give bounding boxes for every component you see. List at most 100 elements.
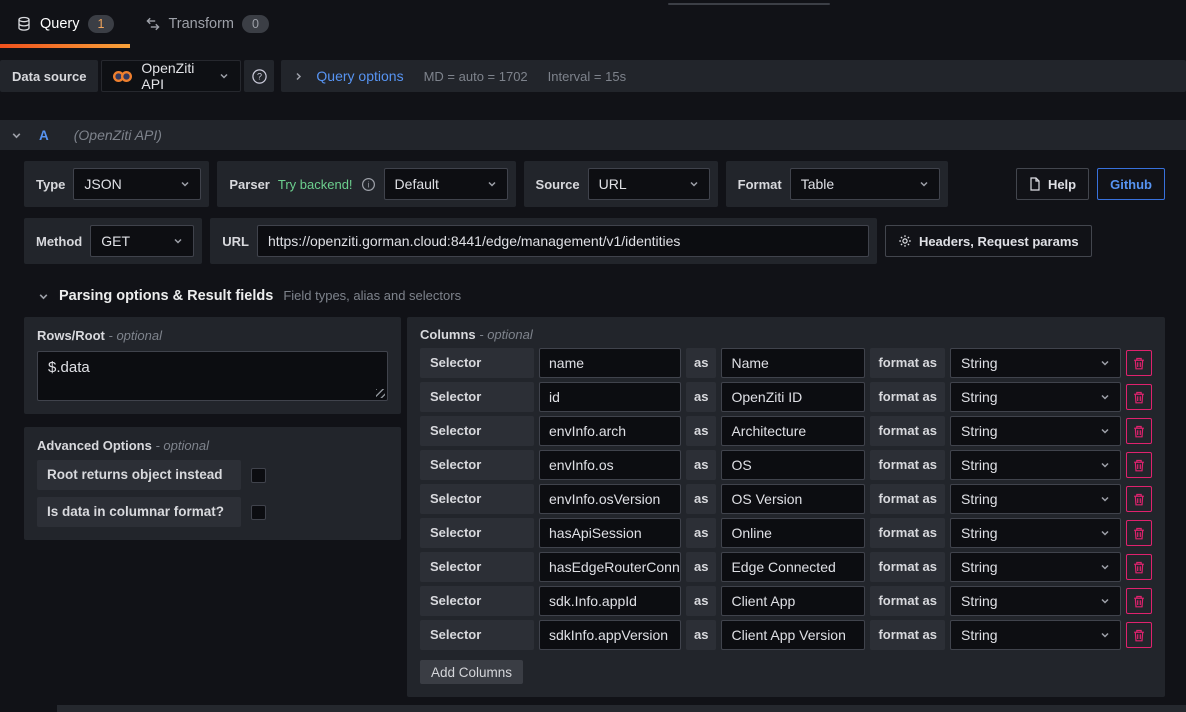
column-selector-input[interactable]: sdk.Info.appId [539,586,681,616]
parsing-options-section-toggle[interactable]: Parsing options & Result fields Field ty… [24,288,1165,304]
column-alias-input[interactable]: Edge Connected [721,552,865,582]
method-label: Method [32,234,82,249]
as-label: as [686,382,716,412]
as-label: as [686,416,716,446]
datasource-picker-value: OpenZiti API [141,60,210,92]
datasource-help-button[interactable]: ? [244,60,274,92]
column-selector-input[interactable]: envInfo.os [539,450,681,480]
column-alias-input[interactable]: Architecture [721,416,865,446]
column-format-select[interactable]: String [950,620,1121,650]
type-field: Type JSON [24,161,209,207]
column-alias-input[interactable]: OpenZiti ID [721,382,865,412]
column-selector-input[interactable]: envInfo.osVersion [539,484,681,514]
section-title: Parsing options & Result fields [59,288,273,304]
help-button-label: Help [1048,177,1076,192]
column-format-select[interactable]: String [950,586,1121,616]
column-selector-input[interactable]: name [539,348,681,378]
parser-select[interactable]: Default [384,168,508,200]
delete-column-button[interactable] [1126,384,1152,410]
method-select[interactable]: GET [90,225,194,257]
selector-label: Selector [420,552,534,582]
advanced-options-label-text: Advanced Options [37,438,152,453]
column-selector-value: envInfo.osVersion [549,491,660,507]
type-select-value: JSON [84,176,121,192]
delete-column-button[interactable] [1126,418,1152,444]
chevron-down-icon [11,130,22,141]
selector-label: Selector [420,586,534,616]
selector-label: Selector [420,416,534,446]
method-field: Method GET [24,218,202,264]
trash-icon [1133,527,1145,540]
source-field: Source URL [524,161,718,207]
advanced-options-panel: Advanced Options - optional Root returns… [24,427,401,540]
source-select[interactable]: URL [588,168,710,200]
headers-request-params-button[interactable]: Headers, Request params [885,225,1092,257]
column-alias-value: Architecture [731,423,806,439]
chevron-down-icon [1100,358,1110,368]
url-input[interactable]: https://openziti.gorman.cloud:8441/edge/… [257,225,869,257]
column-selector-input[interactable]: envInfo.arch [539,416,681,446]
column-selector-input[interactable]: hasEdgeRouterConne [539,552,681,582]
as-label: as [686,620,716,650]
delete-column-button[interactable] [1126,486,1152,512]
column-alias-input[interactable]: OS Version [721,484,865,514]
github-button[interactable]: Github [1097,168,1165,200]
source-select-value: URL [599,176,627,192]
delete-column-button[interactable] [1126,554,1152,580]
column-alias-input[interactable]: Online [721,518,865,548]
rows-root-value: $.data [48,359,90,376]
query-editor-body: Type JSON Parser Try backend! i Default … [0,161,1186,697]
root-object-checkbox[interactable] [251,468,266,483]
chevron-down-icon [1100,630,1110,640]
column-format-select[interactable]: String [950,416,1121,446]
type-select[interactable]: JSON [73,168,201,200]
delete-column-button[interactable] [1126,520,1152,546]
column-format-select[interactable]: String [950,552,1121,582]
tab-transform[interactable]: Transform 0 [130,0,284,48]
column-alias-input[interactable]: Client App Version [721,620,865,650]
advanced-option-row: Root returns object instead array? [37,460,388,490]
column-selector-input[interactable]: id [539,382,681,412]
column-format-value: String [961,457,998,473]
column-format-value: String [961,627,998,643]
chevron-down-icon [1100,494,1110,504]
column-format-select[interactable]: String [950,518,1121,548]
panel-resize-handle[interactable] [668,3,830,5]
column-selector-input[interactable]: sdkInfo.appVersion [539,620,681,650]
column-format-select[interactable]: String [950,348,1121,378]
trash-icon [1133,391,1145,404]
column-alias-input[interactable]: OS [721,450,865,480]
format-as-label: format as [870,348,945,378]
add-columns-button[interactable]: Add Columns [420,660,523,684]
column-format-select[interactable]: String [950,382,1121,412]
source-label: Source [532,177,580,192]
chevron-down-icon [1100,426,1110,436]
editor-tabbar: Query 1 Transform 0 [0,0,1186,48]
next-section-edge [57,705,1186,712]
chevron-down-icon [487,179,497,189]
delete-column-button[interactable] [1126,350,1152,376]
info-circle-icon: i [361,177,376,192]
column-alias-input[interactable]: Client App [721,586,865,616]
column-selector-input[interactable]: hasApiSession [539,518,681,548]
column-format-value: String [961,355,998,371]
delete-column-button[interactable] [1126,452,1152,478]
column-alias-input[interactable]: Name [721,348,865,378]
delete-column-button[interactable] [1126,588,1152,614]
help-button[interactable]: Help [1016,168,1089,200]
datasource-picker[interactable]: OpenZiti API [101,60,241,92]
tab-query[interactable]: Query 1 [0,0,130,48]
query-options-toggle[interactable]: Query options [316,68,403,84]
rows-root-input[interactable]: $.data [37,351,388,401]
as-label: as [686,586,716,616]
delete-column-button[interactable] [1126,622,1152,648]
query-row-header[interactable]: A (OpenZiti API) [0,120,1186,150]
column-format-select[interactable]: String [950,484,1121,514]
format-select[interactable]: Table [790,168,940,200]
columnar-format-checkbox[interactable] [251,505,266,520]
chevron-down-icon [1100,528,1110,538]
column-format-select[interactable]: String [950,450,1121,480]
headers-button-label: Headers, Request params [919,234,1079,249]
resize-handle-icon[interactable] [376,389,385,398]
url-label: URL [218,234,249,249]
